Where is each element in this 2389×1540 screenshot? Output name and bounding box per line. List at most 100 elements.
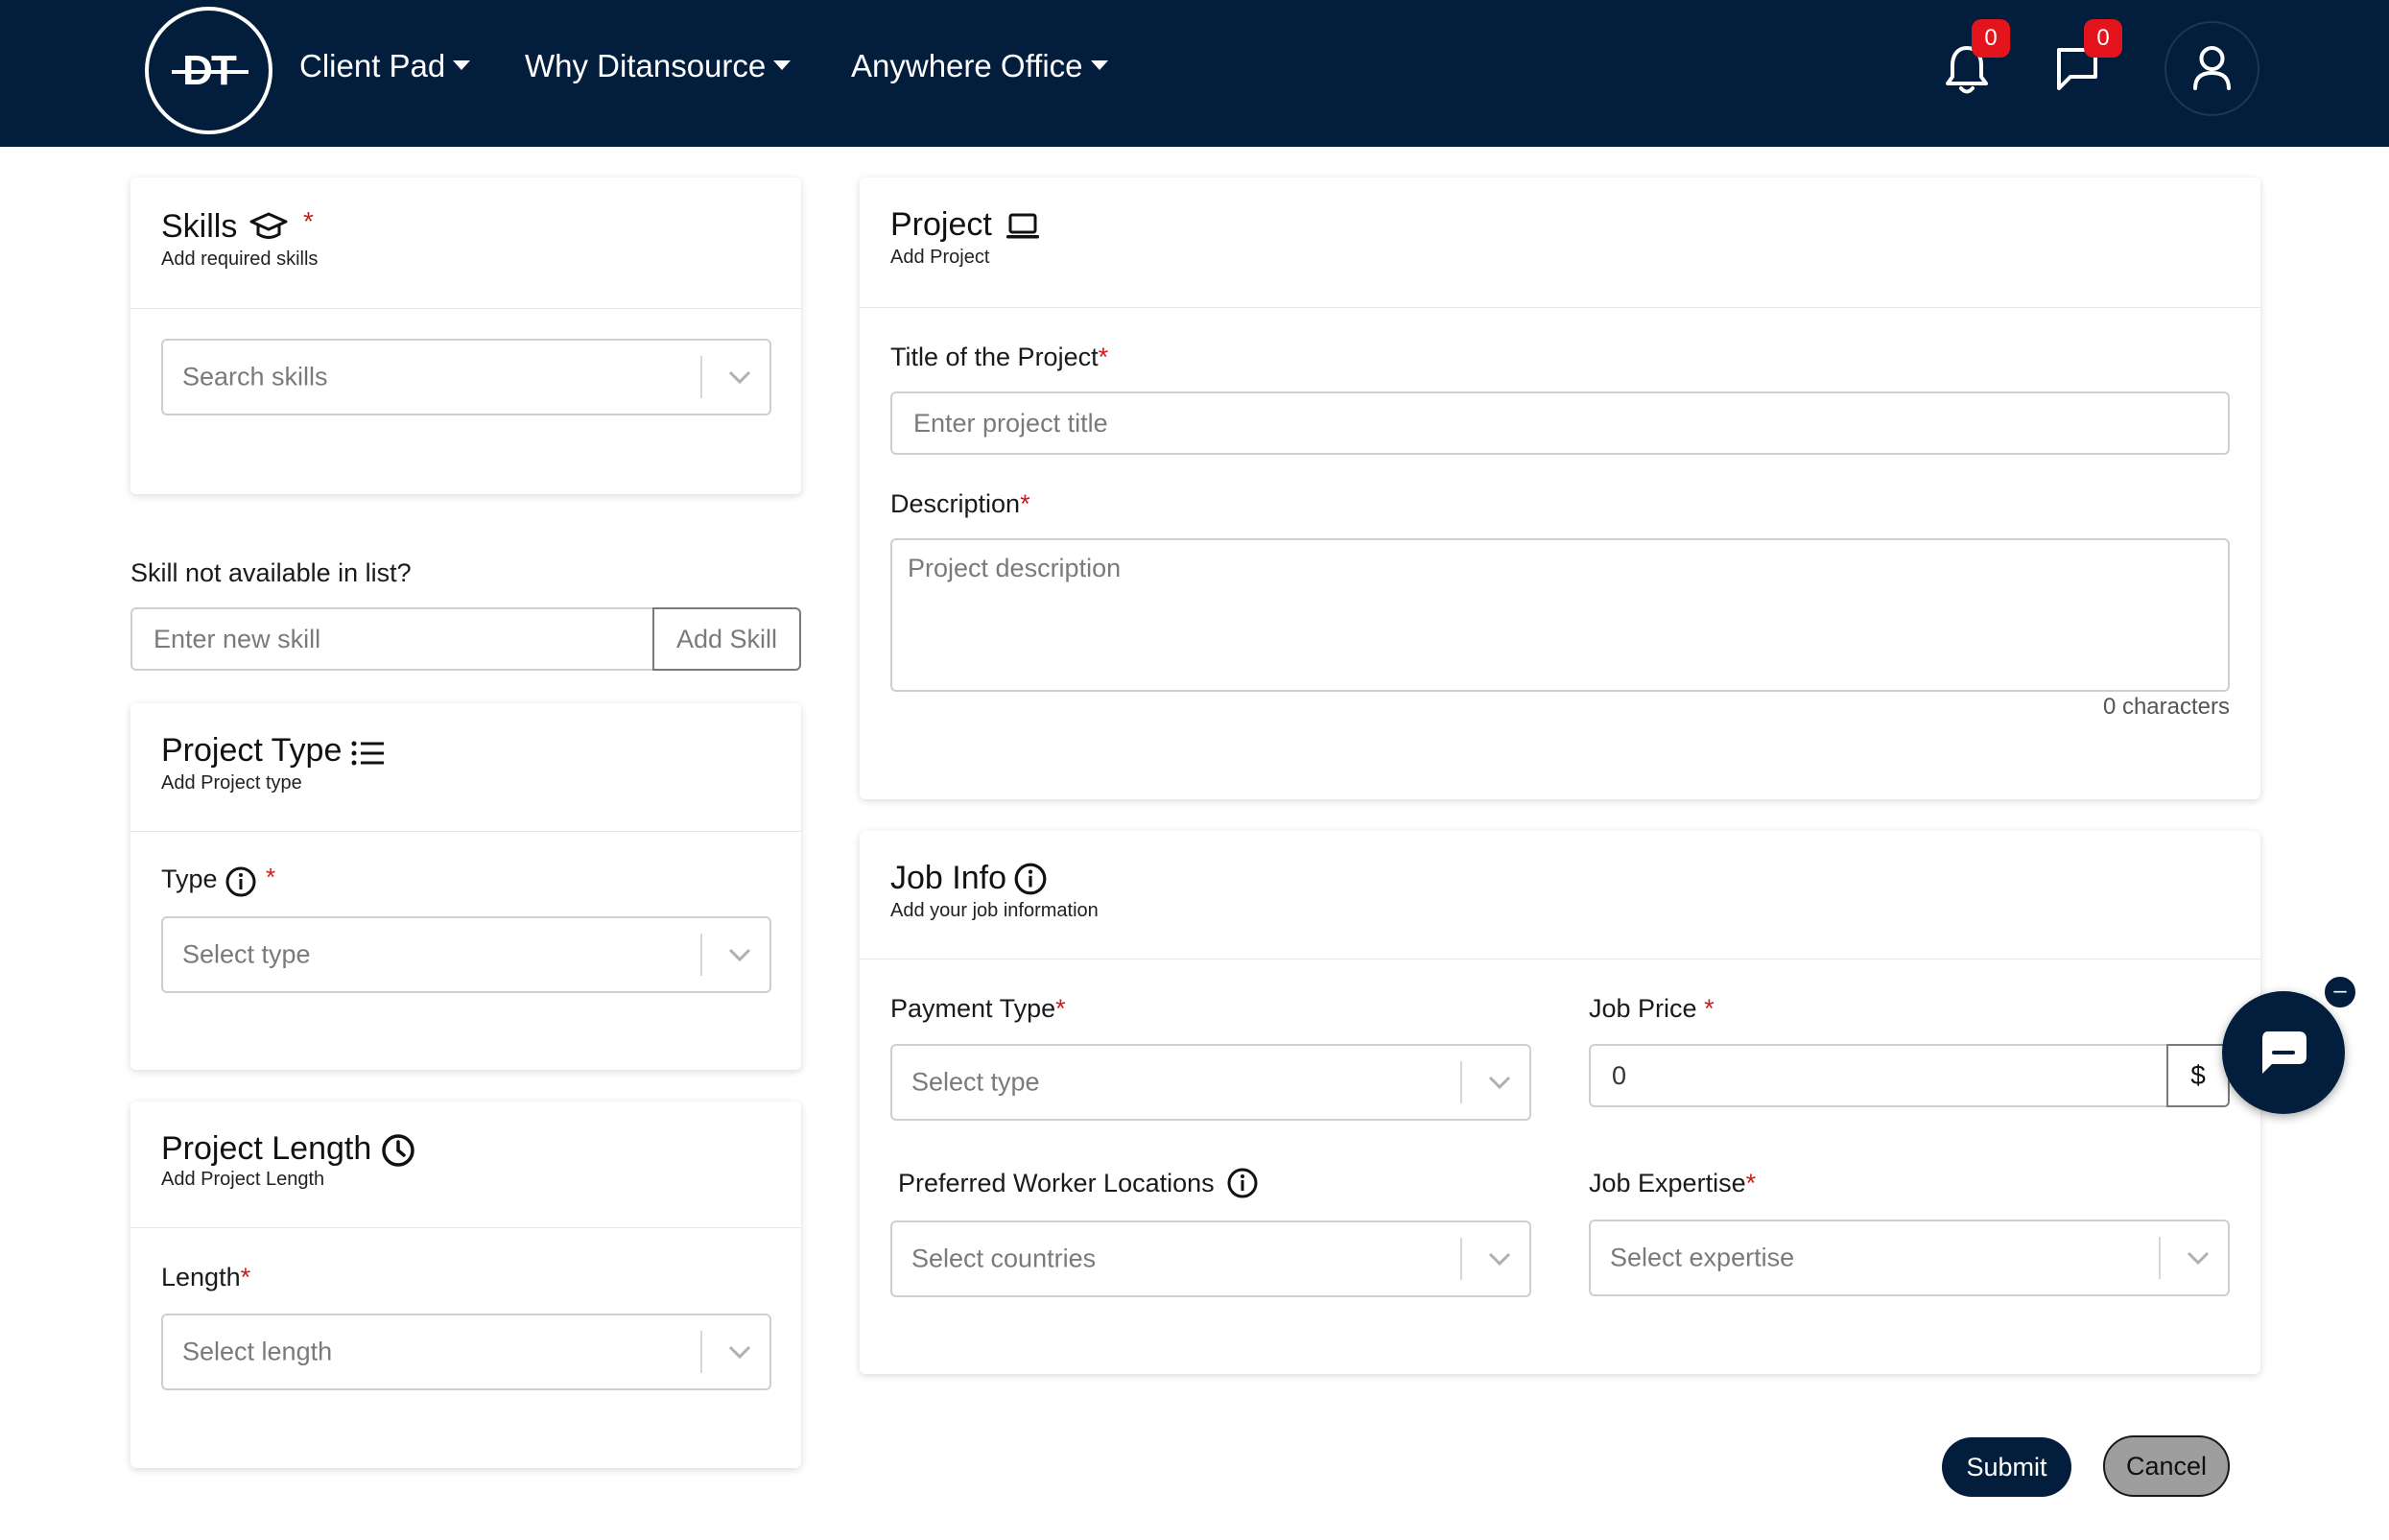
chat-bubble-icon — [2262, 1031, 2306, 1074]
info-icon[interactable] — [1013, 862, 1048, 896]
new-skill-input[interactable] — [130, 607, 654, 671]
top-navbar: DT Client Pad Why Ditansource Anywhere O… — [0, 0, 2389, 147]
chevron-down-icon[interactable] — [2186, 1250, 2211, 1266]
select-separator — [700, 1331, 702, 1373]
project-type-placeholder: Select type — [182, 939, 311, 969]
laptop-icon — [1006, 213, 1039, 239]
worker-locations-select[interactable]: Select countries — [890, 1220, 1531, 1297]
skills-card-header: Skills * Add required skills — [130, 178, 801, 309]
add-skill-button[interactable]: Add Skill — [652, 607, 801, 671]
project-title-input[interactable] — [890, 391, 2230, 455]
skills-search-select[interactable]: Search skills — [161, 339, 771, 415]
info-icon[interactable] — [225, 865, 257, 898]
type-label: Type — [161, 865, 218, 894]
project-type-card-header: Project Type Add Project type — [130, 703, 801, 832]
payment-type-label-text: Payment Type — [890, 994, 1056, 1023]
payment-type-required-mark: * — [1055, 994, 1066, 1023]
chat-minimize-button[interactable]: – — [2323, 975, 2357, 1009]
nav-client-pad-label: Client Pad — [299, 48, 446, 83]
nav-why-ditansource[interactable]: Why Ditansource — [525, 48, 792, 84]
new-skill-label: Skill not available in list? — [130, 558, 412, 587]
info-icon[interactable] — [1226, 1167, 1259, 1199]
project-length-placeholder: Select length — [182, 1337, 333, 1366]
job-price-label-text: Job Price — [1589, 994, 1697, 1023]
submit-button[interactable]: Submit — [1942, 1437, 2071, 1497]
job-price-input[interactable] — [1589, 1044, 2168, 1107]
description-required-mark: * — [1020, 489, 1030, 518]
select-separator — [1460, 1238, 1462, 1280]
nav-anywhere-office-label: Anywhere Office — [851, 48, 1083, 83]
list-icon — [351, 741, 384, 766]
job-info-card-header: Job Info Add your job information — [860, 831, 2260, 960]
description-label: Description* — [890, 489, 1030, 519]
description-char-count: 0 characters — [2102, 694, 2230, 720]
chevron-down-icon[interactable] — [727, 369, 752, 385]
project-type-card: Project Type Add Project type Type * Sel… — [130, 703, 801, 1070]
type-required-mark: * — [266, 863, 276, 891]
chevron-down-icon[interactable] — [727, 1344, 752, 1360]
graduation-cap-icon — [249, 212, 288, 239]
job-expertise-placeholder: Select expertise — [1610, 1243, 1795, 1272]
length-label: Length* — [161, 1263, 250, 1292]
length-required-mark: * — [240, 1263, 251, 1291]
caret-down-icon — [1090, 60, 1108, 71]
select-separator — [700, 356, 702, 398]
project-length-select[interactable]: Select length — [161, 1314, 771, 1390]
job-expertise-label: Job Expertise* — [1589, 1169, 1756, 1198]
nav-why-ditansource-label: Why Ditansource — [525, 48, 767, 83]
user-icon — [2193, 46, 2231, 90]
project-title-required-mark: * — [1098, 343, 1109, 371]
project-length-card-header: Project Length Add Project Length — [130, 1102, 801, 1228]
chat-widget-button[interactable] — [2222, 991, 2345, 1114]
description-label-text: Description — [890, 489, 1021, 518]
caret-down-icon — [453, 60, 471, 71]
skills-required-mark: * — [303, 206, 314, 236]
job-price-required-mark: * — [1704, 994, 1715, 1023]
project-type-select[interactable]: Select type — [161, 916, 771, 993]
project-title-label: Title of the Project* — [890, 343, 1108, 372]
cancel-button[interactable]: Cancel — [2103, 1435, 2230, 1497]
brand-logo[interactable]: DT — [145, 7, 272, 134]
job-price-label: Job Price * — [1589, 994, 1715, 1024]
job-info-subtitle: Add your job information — [890, 900, 1099, 921]
select-separator — [1460, 1061, 1462, 1103]
caret-down-icon — [773, 60, 792, 71]
project-length-card: Project Length Add Project Length Length… — [130, 1102, 801, 1468]
project-type-title: Project Type — [161, 732, 343, 769]
chevron-down-icon[interactable] — [1487, 1251, 1512, 1267]
skills-title: Skills — [161, 208, 237, 246]
nav-client-pad[interactable]: Client Pad — [299, 48, 471, 84]
project-card: Project Add Project Title of the Project… — [860, 178, 2260, 799]
select-separator — [2159, 1237, 2161, 1279]
currency-addon: $ — [2166, 1044, 2230, 1107]
job-info-card: Job Info Add your job information Paymen… — [860, 831, 2260, 1374]
messages-badge: 0 — [2084, 19, 2122, 58]
payment-type-select[interactable]: Select type — [890, 1044, 1531, 1121]
payment-type-placeholder: Select type — [911, 1067, 1040, 1097]
skills-subtitle: Add required skills — [161, 249, 319, 270]
project-length-title: Project Length — [161, 1130, 372, 1167]
job-expertise-select[interactable]: Select expertise — [1589, 1220, 2230, 1296]
project-type-subtitle: Add Project type — [161, 772, 302, 794]
length-label-text: Length — [161, 1263, 241, 1291]
project-length-subtitle: Add Project Length — [161, 1169, 325, 1190]
project-card-header: Project Add Project — [860, 178, 2260, 308]
nav-anywhere-office[interactable]: Anywhere Office — [851, 48, 1108, 84]
type-label-text: Type — [161, 865, 218, 893]
worker-locations-label: Preferred Worker Locations — [898, 1169, 1215, 1197]
skills-search-placeholder: Search skills — [182, 362, 328, 391]
project-description-textarea[interactable] — [890, 538, 2230, 692]
skills-card: Skills * Add required skills Search skil… — [130, 178, 801, 494]
skills-title-text: Skills — [161, 208, 238, 245]
payment-type-label: Payment Type* — [890, 994, 1066, 1024]
chevron-down-icon[interactable] — [1487, 1075, 1512, 1090]
project-subtitle: Add Project — [890, 247, 990, 268]
job-expertise-label-text: Job Expertise — [1589, 1169, 1746, 1197]
profile-button[interactable] — [2164, 21, 2259, 116]
job-info-title: Job Info — [890, 860, 1006, 896]
notifications-badge: 0 — [1972, 19, 2010, 58]
job-expertise-required-mark: * — [1745, 1169, 1757, 1197]
chevron-down-icon[interactable] — [727, 947, 752, 962]
project-title-label-text: Title of the Project — [890, 343, 1099, 371]
logo-underline — [172, 70, 248, 74]
